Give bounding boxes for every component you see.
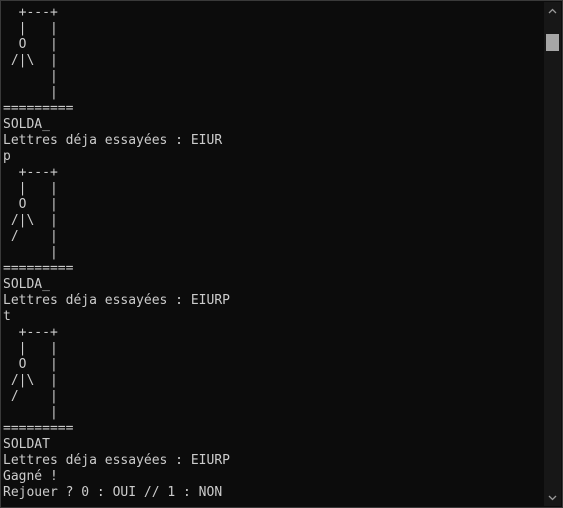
console-window: +---+ | | O | /|\ | | | ========= SOLDA_ Le… bbox=[0, 0, 563, 508]
console-line: SOLDAT bbox=[3, 437, 50, 452]
console-line: +---+ bbox=[3, 165, 58, 180]
console-line: +---+ bbox=[3, 325, 58, 340]
console-line: | | bbox=[3, 181, 58, 196]
console-line: | bbox=[3, 69, 58, 84]
console-line: / | bbox=[3, 389, 58, 404]
console-line: O | bbox=[3, 197, 58, 212]
chevron-down-icon bbox=[548, 495, 557, 500]
console-line: Lettres déja essayées : EIUR bbox=[3, 133, 223, 148]
console-line: /|\ | bbox=[3, 53, 58, 68]
console-line: +---+ bbox=[3, 5, 58, 20]
console-line: ========= bbox=[3, 261, 74, 276]
scroll-down-button[interactable] bbox=[544, 489, 561, 506]
console-line: Lettres déja essayées : EIURP bbox=[3, 453, 230, 468]
console-line: | | bbox=[3, 21, 58, 36]
console-line: | bbox=[3, 245, 58, 260]
console-line: SOLDA_ bbox=[3, 277, 50, 292]
console-output: +---+ | | O | /|\ | | | ========= SOLDA_ Le… bbox=[3, 5, 541, 505]
console-line: | bbox=[3, 405, 58, 420]
console-line: O | bbox=[3, 357, 58, 372]
console-line: /|\ | bbox=[3, 213, 58, 228]
chevron-up-icon bbox=[548, 8, 557, 13]
console-line: Gagné ! bbox=[3, 469, 58, 484]
console-line: SOLDA_ bbox=[3, 117, 50, 132]
scroll-up-button[interactable] bbox=[544, 2, 561, 19]
console-line: Lettres déja essayées : EIURP bbox=[3, 293, 230, 308]
console-line: | | bbox=[3, 341, 58, 356]
console-line: ========= bbox=[3, 101, 74, 116]
console-line: O | bbox=[3, 37, 58, 52]
console-line: | bbox=[3, 85, 58, 100]
console-line: t bbox=[3, 309, 11, 324]
console-line: ========= bbox=[3, 421, 74, 436]
console-line: /|\ | bbox=[3, 373, 58, 388]
scrollbar-thumb[interactable] bbox=[546, 34, 559, 51]
console-line: p bbox=[3, 149, 11, 164]
console-line: / | bbox=[3, 229, 58, 244]
console-line: Rejouer ? 0 : OUI // 1 : NON bbox=[3, 485, 223, 500]
vertical-scrollbar[interactable] bbox=[544, 2, 561, 506]
